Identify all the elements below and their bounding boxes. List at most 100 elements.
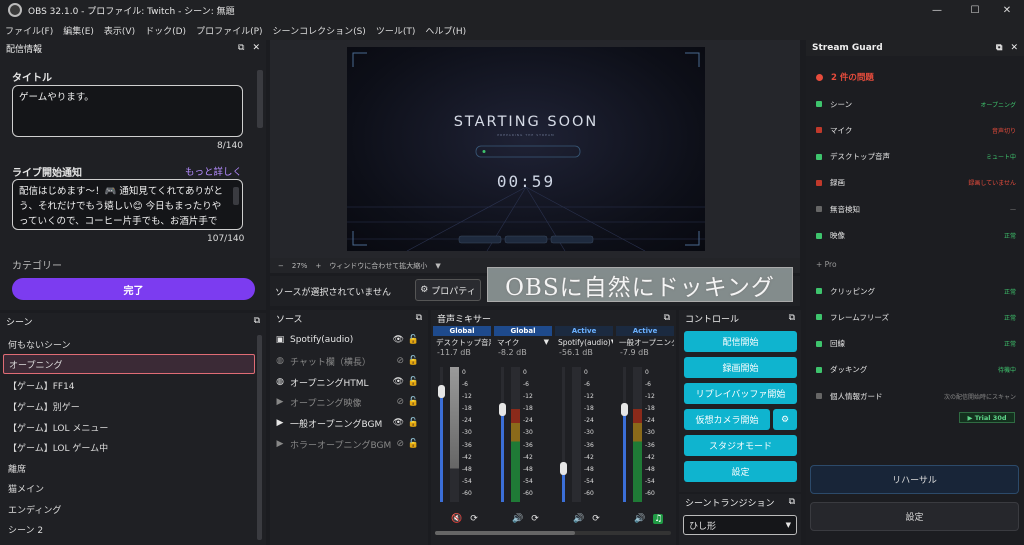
undock-icon[interactable]: ⧉ bbox=[238, 43, 244, 53]
source-item[interactable]: ◍ チャット欄（横長） ⊘ 🔓 bbox=[274, 351, 424, 371]
undock-icon[interactable]: ⧉ bbox=[996, 43, 1002, 53]
lock-icon[interactable]: 🔓 bbox=[408, 418, 419, 428]
menu-edit[interactable]: 編集(E) bbox=[58, 24, 99, 37]
db-tick-label: -12 bbox=[462, 393, 472, 401]
volume-fader[interactable] bbox=[560, 367, 567, 502]
undock-icon[interactable]: ⧉ bbox=[664, 313, 670, 323]
source-item[interactable]: ▶ 一般オープニングBGM 👁 🔓 bbox=[274, 413, 424, 433]
source-item[interactable]: ▶ ホラーオープニングBGM ⊘ 🔓 bbox=[274, 434, 424, 454]
eye-hidden-icon[interactable]: ⊘ bbox=[396, 397, 404, 407]
undock-icon[interactable]: ⧉ bbox=[416, 313, 422, 323]
speaker-icon[interactable]: 🔊 bbox=[573, 514, 584, 524]
lock-icon[interactable]: 🔓 bbox=[408, 335, 419, 345]
fit-window-toggle[interactable]: ウィンドウに合わせて拡大縮小 bbox=[329, 261, 427, 271]
channel-scope-badge: Active bbox=[616, 326, 674, 336]
lock-icon[interactable]: 🔓 bbox=[408, 377, 419, 387]
menu-file[interactable]: ファイル(F) bbox=[0, 24, 58, 37]
menu-view[interactable]: 表示(V) bbox=[99, 24, 140, 37]
fader-knob[interactable] bbox=[621, 402, 628, 416]
eye-hidden-icon[interactable]: ⊘ bbox=[396, 356, 404, 366]
start-virtual-camera-button[interactable]: 仮想カメラ開始 bbox=[684, 409, 770, 430]
zoom-in-button[interactable]: + bbox=[315, 262, 321, 270]
fader-knob[interactable] bbox=[499, 402, 506, 416]
start-replay-buffer-button[interactable]: リプレイバッファ開始 bbox=[684, 383, 797, 404]
channel-settings-icon[interactable]: ⟳ bbox=[531, 514, 539, 524]
fader-knob[interactable] bbox=[560, 462, 567, 476]
channel-name[interactable]: マイク ▼ bbox=[494, 336, 552, 348]
channel-settings-icon[interactable]: ⟳ bbox=[470, 514, 478, 524]
scenes-scrollbar[interactable] bbox=[257, 335, 262, 540]
speaker-icon[interactable]: 🔊 bbox=[512, 514, 523, 524]
lock-icon[interactable]: 🔓 bbox=[408, 439, 419, 449]
zoom-dropdown-icon[interactable]: ▼ bbox=[435, 262, 440, 270]
done-button[interactable]: 完了 bbox=[12, 278, 255, 300]
channel-name[interactable]: Spotify(audio)▼ bbox=[555, 336, 613, 348]
channel-name[interactable]: 一般オープニングBGM▼ bbox=[616, 336, 674, 348]
undock-icon[interactable]: ⧉ bbox=[789, 313, 795, 323]
rehearsal-button[interactable]: リハーサル bbox=[810, 465, 1019, 494]
volume-fader[interactable] bbox=[438, 367, 445, 502]
channel-name[interactable]: デスクトップ音声▼ bbox=[433, 336, 491, 348]
undock-icon[interactable]: ⧉ bbox=[254, 316, 260, 326]
scene-item[interactable]: 【ゲーム】別ゲー bbox=[3, 396, 255, 416]
close-dock-icon[interactable]: ✕ bbox=[252, 43, 260, 53]
guard-check-item: 無音検知 — bbox=[816, 202, 1016, 216]
title-input[interactable]: ゲームやります。 bbox=[12, 85, 243, 137]
volume-fader[interactable] bbox=[621, 367, 628, 502]
properties-button[interactable]: ⚙ プロパティ bbox=[415, 279, 481, 301]
scene-item[interactable]: 【ゲーム】LOL ゲーム中 bbox=[3, 437, 255, 457]
stream-info-scrollbar[interactable] bbox=[257, 70, 263, 128]
studio-mode-button[interactable]: スタジオモード bbox=[684, 435, 797, 456]
menu-help[interactable]: ヘルプ(H) bbox=[420, 24, 471, 37]
notify-input[interactable]: 配信はじめます〜！🎮 通知見てくれてありがとう、それだけでもう嬉しい😊 今日もま… bbox=[12, 179, 243, 230]
more-details-link[interactable]: もっと詳しく bbox=[185, 164, 242, 178]
scene-item[interactable]: シーン 2 bbox=[3, 519, 255, 539]
scene-item[interactable]: エンディング bbox=[3, 499, 255, 519]
source-item[interactable]: ◍ オープニングHTML 👁 🔓 bbox=[274, 372, 424, 392]
virtual-camera-settings-button[interactable]: ⚙ bbox=[773, 409, 797, 430]
guard-settings-button[interactable]: 設定 bbox=[810, 502, 1019, 531]
maximize-button[interactable]: ☐ bbox=[958, 0, 992, 20]
preview-canvas[interactable]: STARTING SOON PREPARING THE STREAM 00:59 bbox=[347, 47, 705, 251]
lock-icon[interactable]: 🔓 bbox=[408, 356, 419, 366]
notify-scrollbar[interactable] bbox=[233, 187, 239, 205]
chevron-down-icon: ▼ bbox=[543, 338, 549, 346]
menu-profile[interactable]: プロファイル(P) bbox=[191, 24, 267, 37]
undock-icon[interactable]: ⧉ bbox=[789, 497, 795, 507]
scene-item[interactable]: 【ゲーム】LOL メニュー bbox=[3, 417, 255, 437]
start-streaming-button[interactable]: 配信開始 bbox=[684, 331, 797, 352]
scene-item[interactable]: 【ゲーム】FF14 bbox=[3, 375, 255, 395]
speaker-icon[interactable]: 🔊 bbox=[634, 514, 645, 524]
scene-item[interactable]: 猫メイン bbox=[3, 478, 255, 498]
db-tick-label: -18 bbox=[645, 405, 655, 413]
transition-select[interactable]: ひし形 ▼ bbox=[683, 515, 797, 535]
menu-dock[interactable]: ドック(D) bbox=[140, 24, 191, 37]
scene-item[interactable]: 何もないシーン bbox=[3, 334, 255, 354]
close-dock-icon[interactable]: ✕ bbox=[1010, 43, 1018, 53]
zoom-out-button[interactable]: − bbox=[278, 262, 284, 270]
scene-item[interactable]: 離席 bbox=[3, 458, 255, 478]
menu-tools[interactable]: ツール(T) bbox=[371, 24, 421, 37]
fader-knob[interactable] bbox=[438, 385, 445, 399]
settings-button[interactable]: 設定 bbox=[684, 461, 797, 482]
minimize-button[interactable]: — bbox=[920, 0, 954, 20]
mixer-scrollbar[interactable] bbox=[435, 531, 671, 535]
eye-icon[interactable]: 👁 bbox=[393, 335, 404, 345]
channel-settings-icon[interactable]: ⟳ bbox=[592, 514, 600, 524]
db-tick-label: 0 bbox=[462, 369, 466, 376]
lock-icon[interactable]: 🔓 bbox=[408, 397, 419, 407]
db-tick-label: -6 bbox=[523, 381, 529, 389]
eye-icon[interactable]: 👁 bbox=[393, 418, 404, 428]
source-item[interactable]: ▣ Spotify(audio) 👁 🔓 bbox=[274, 330, 424, 350]
eye-icon[interactable]: 👁 bbox=[393, 377, 404, 387]
menu-scene-collection[interactable]: シーンコレクション(S) bbox=[268, 24, 371, 37]
start-recording-button[interactable]: 録画開始 bbox=[684, 357, 797, 378]
channel-settings-icon[interactable]: ♫ bbox=[653, 514, 664, 524]
trial-badge[interactable]: ▶ Trial 30d bbox=[959, 412, 1015, 423]
source-item[interactable]: ▶ オープニング映像 ⊘ 🔓 bbox=[274, 392, 424, 412]
volume-fader[interactable] bbox=[499, 367, 506, 502]
scene-item-selected[interactable]: オープニング bbox=[3, 354, 255, 374]
close-window-button[interactable]: ✕ bbox=[990, 0, 1024, 20]
speaker-muted-icon[interactable]: 🔇 bbox=[451, 514, 462, 524]
eye-hidden-icon[interactable]: ⊘ bbox=[396, 439, 404, 449]
